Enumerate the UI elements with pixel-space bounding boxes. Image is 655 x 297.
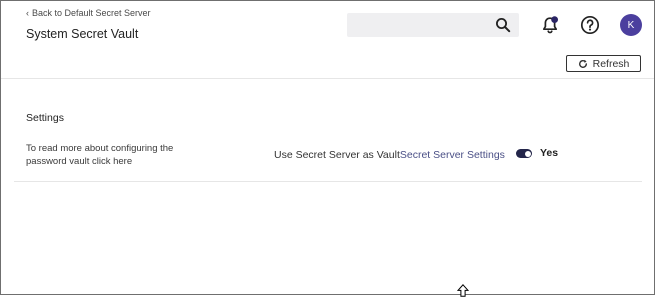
refresh-icon — [578, 59, 587, 68]
bell-icon[interactable] — [540, 15, 560, 35]
app-window: ‹ Back to Default Secret Server System S… — [0, 0, 655, 297]
vault-help-text[interactable]: To read more about configuring the passw… — [26, 142, 211, 168]
toggle-value-label: Yes — [540, 147, 559, 159]
refresh-button[interactable]: Refresh — [566, 55, 641, 72]
settings-row: To read more about configuring the passw… — [14, 135, 642, 182]
refresh-label: Refresh — [592, 57, 630, 70]
setting-label: Use Secret Server as Vault — [274, 149, 400, 161]
back-link-label: Back to Default Secret Server — [32, 8, 151, 18]
help-icon[interactable] — [580, 15, 600, 35]
search-icon[interactable] — [495, 17, 511, 33]
toggle-knob — [524, 150, 531, 157]
settings-section-title: Settings — [26, 112, 64, 124]
search-box[interactable] — [347, 13, 519, 37]
mouse-cursor-icon — [457, 284, 469, 297]
use-vault-toggle[interactable] — [516, 149, 532, 158]
page-header: ‹ Back to Default Secret Server System S… — [1, 1, 654, 79]
setting-label-group: Use Secret Server as VaultSecret Server … — [274, 149, 505, 161]
back-link[interactable]: ‹ Back to Default Secret Server — [26, 8, 151, 18]
search-input[interactable] — [347, 13, 487, 37]
chevron-left-icon: ‹ — [26, 7, 29, 18]
page-title: System Secret Vault — [26, 27, 139, 41]
secret-server-settings-link[interactable]: Secret Server Settings — [400, 149, 505, 161]
avatar[interactable]: K — [620, 14, 642, 36]
